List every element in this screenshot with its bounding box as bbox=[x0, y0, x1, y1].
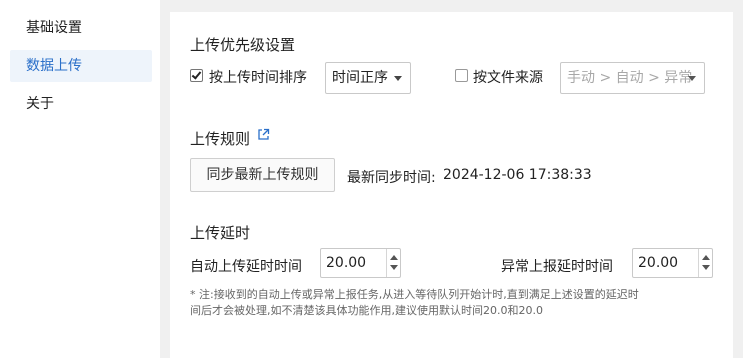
sort-by-time-label[interactable]: 按上传时间排序 bbox=[209, 67, 307, 87]
auto-delay-label: 自动上传延时时间 bbox=[190, 259, 302, 275]
check-icon bbox=[191, 69, 202, 80]
external-link-icon[interactable] bbox=[257, 128, 270, 141]
settings-panel: 上传优先级设置 按上传时间排序 时间正序 按文件来源 手动 > 自动 > 异常 … bbox=[170, 12, 733, 358]
time-order-select-value: 时间正序 bbox=[332, 70, 388, 86]
delay-note: * 注:接收到的自动上传或异常上报任务,从进入等待队列开始计时,直到满足上述设置… bbox=[190, 287, 730, 319]
last-sync-time: 2024-12-06 17:38:33 bbox=[443, 167, 592, 183]
arrow-up-icon[interactable] bbox=[702, 255, 710, 260]
auto-delay-spinbox[interactable]: 20.00 bbox=[320, 248, 401, 278]
chevron-down-icon bbox=[394, 76, 402, 81]
sidebar: 基础设置 数据上传 关于 bbox=[0, 0, 160, 358]
rules-section-title: 上传规则 bbox=[190, 130, 251, 148]
spin-arrows[interactable] bbox=[386, 249, 400, 277]
time-order-select[interactable]: 时间正序 bbox=[325, 62, 411, 94]
abnormal-delay-spinbox[interactable]: 20.00 bbox=[632, 248, 713, 278]
source-order-select: 手动 > 自动 > 异常 bbox=[560, 62, 705, 94]
chevron-down-icon bbox=[688, 76, 696, 81]
spin-arrows[interactable] bbox=[698, 249, 712, 277]
sidebar-item-about[interactable]: 关于 bbox=[10, 88, 152, 120]
sidebar-item-basic-settings[interactable]: 基础设置 bbox=[10, 12, 152, 44]
sidebar-item-data-upload[interactable]: 数据上传 bbox=[10, 50, 152, 82]
priority-section-title: 上传优先级设置 bbox=[190, 36, 296, 54]
abnormal-delay-label: 异常上报延时时间 bbox=[501, 259, 613, 275]
arrow-down-icon[interactable] bbox=[390, 265, 398, 270]
sync-rules-button[interactable]: 同步最新上传规则 bbox=[190, 158, 335, 192]
sort-by-time-checkbox[interactable] bbox=[190, 69, 203, 82]
delay-note-line-1: * 注:接收到的自动上传或异常上报任务,从进入等待队列开始计时,直到满足上述设置… bbox=[190, 288, 639, 301]
delay-note-line-2: 间后才会被处理,如不清楚该具体功能作用,建议使用默认时间20.0和20.0 bbox=[190, 304, 543, 317]
last-sync-label: 最新同步时间: bbox=[347, 170, 436, 186]
source-order-select-value: 手动 > 自动 > 异常 bbox=[567, 70, 693, 86]
sort-by-source-label[interactable]: 按文件来源 bbox=[473, 67, 543, 87]
auto-delay-value: 20.00 bbox=[326, 255, 367, 271]
arrow-down-icon[interactable] bbox=[702, 265, 710, 270]
sort-by-source-checkbox[interactable] bbox=[455, 69, 468, 82]
arrow-up-icon[interactable] bbox=[390, 255, 398, 260]
abnormal-delay-value: 20.00 bbox=[638, 255, 679, 271]
delay-section-title: 上传延时 bbox=[190, 224, 251, 242]
